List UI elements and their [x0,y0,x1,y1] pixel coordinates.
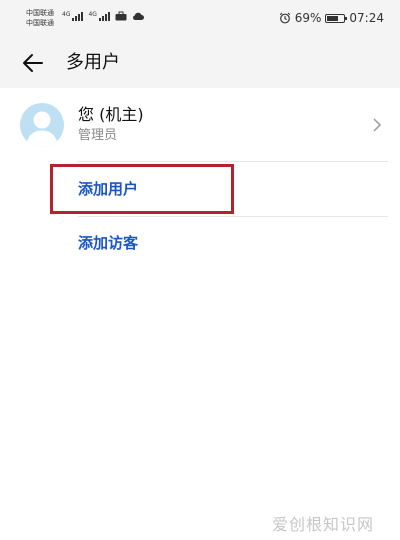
header: 多用户 [0,38,400,88]
watermark: 爱创根知识网 [272,515,375,534]
user-name: 您 (机主) [78,105,144,124]
alarm-icon [279,12,290,24]
carrier-labels: 中国联通 中国联通 [26,8,54,28]
page-title: 多用户 [66,52,120,73]
battery-fill [327,15,339,21]
briefcase-icon [115,11,127,21]
user-item-owner[interactable]: 您 (机主) 管理员 [0,95,400,155]
add-guest-button[interactable]: 添加访客 [78,233,138,253]
carrier-1: 中国联通 [26,9,54,17]
user-silhouette-icon [26,111,58,147]
network-tag-1: 4G [62,11,71,18]
carrier-2: 中国联通 [26,19,54,27]
cloud-icon [133,12,144,20]
signal-group: 4G 4G [62,11,144,21]
battery-icon [325,13,348,23]
signal-icon: 4G [62,11,84,21]
avatar [20,103,64,147]
clock: 07:24 [349,11,384,25]
chevron-right-icon [373,118,382,132]
arrow-left-icon[interactable] [20,50,46,76]
signal-icon: 4G [88,11,110,21]
divider [78,161,388,162]
status-bar: 中国联通 中国联通 4G 4G 69% 07:24 [0,0,400,38]
network-tag-2: 4G [88,11,97,18]
highlight-box [50,164,234,214]
user-role: 管理员 [78,128,118,143]
battery-percent: 69% [294,11,322,25]
status-right: 69% 07:24 [279,11,384,25]
divider [78,216,388,217]
